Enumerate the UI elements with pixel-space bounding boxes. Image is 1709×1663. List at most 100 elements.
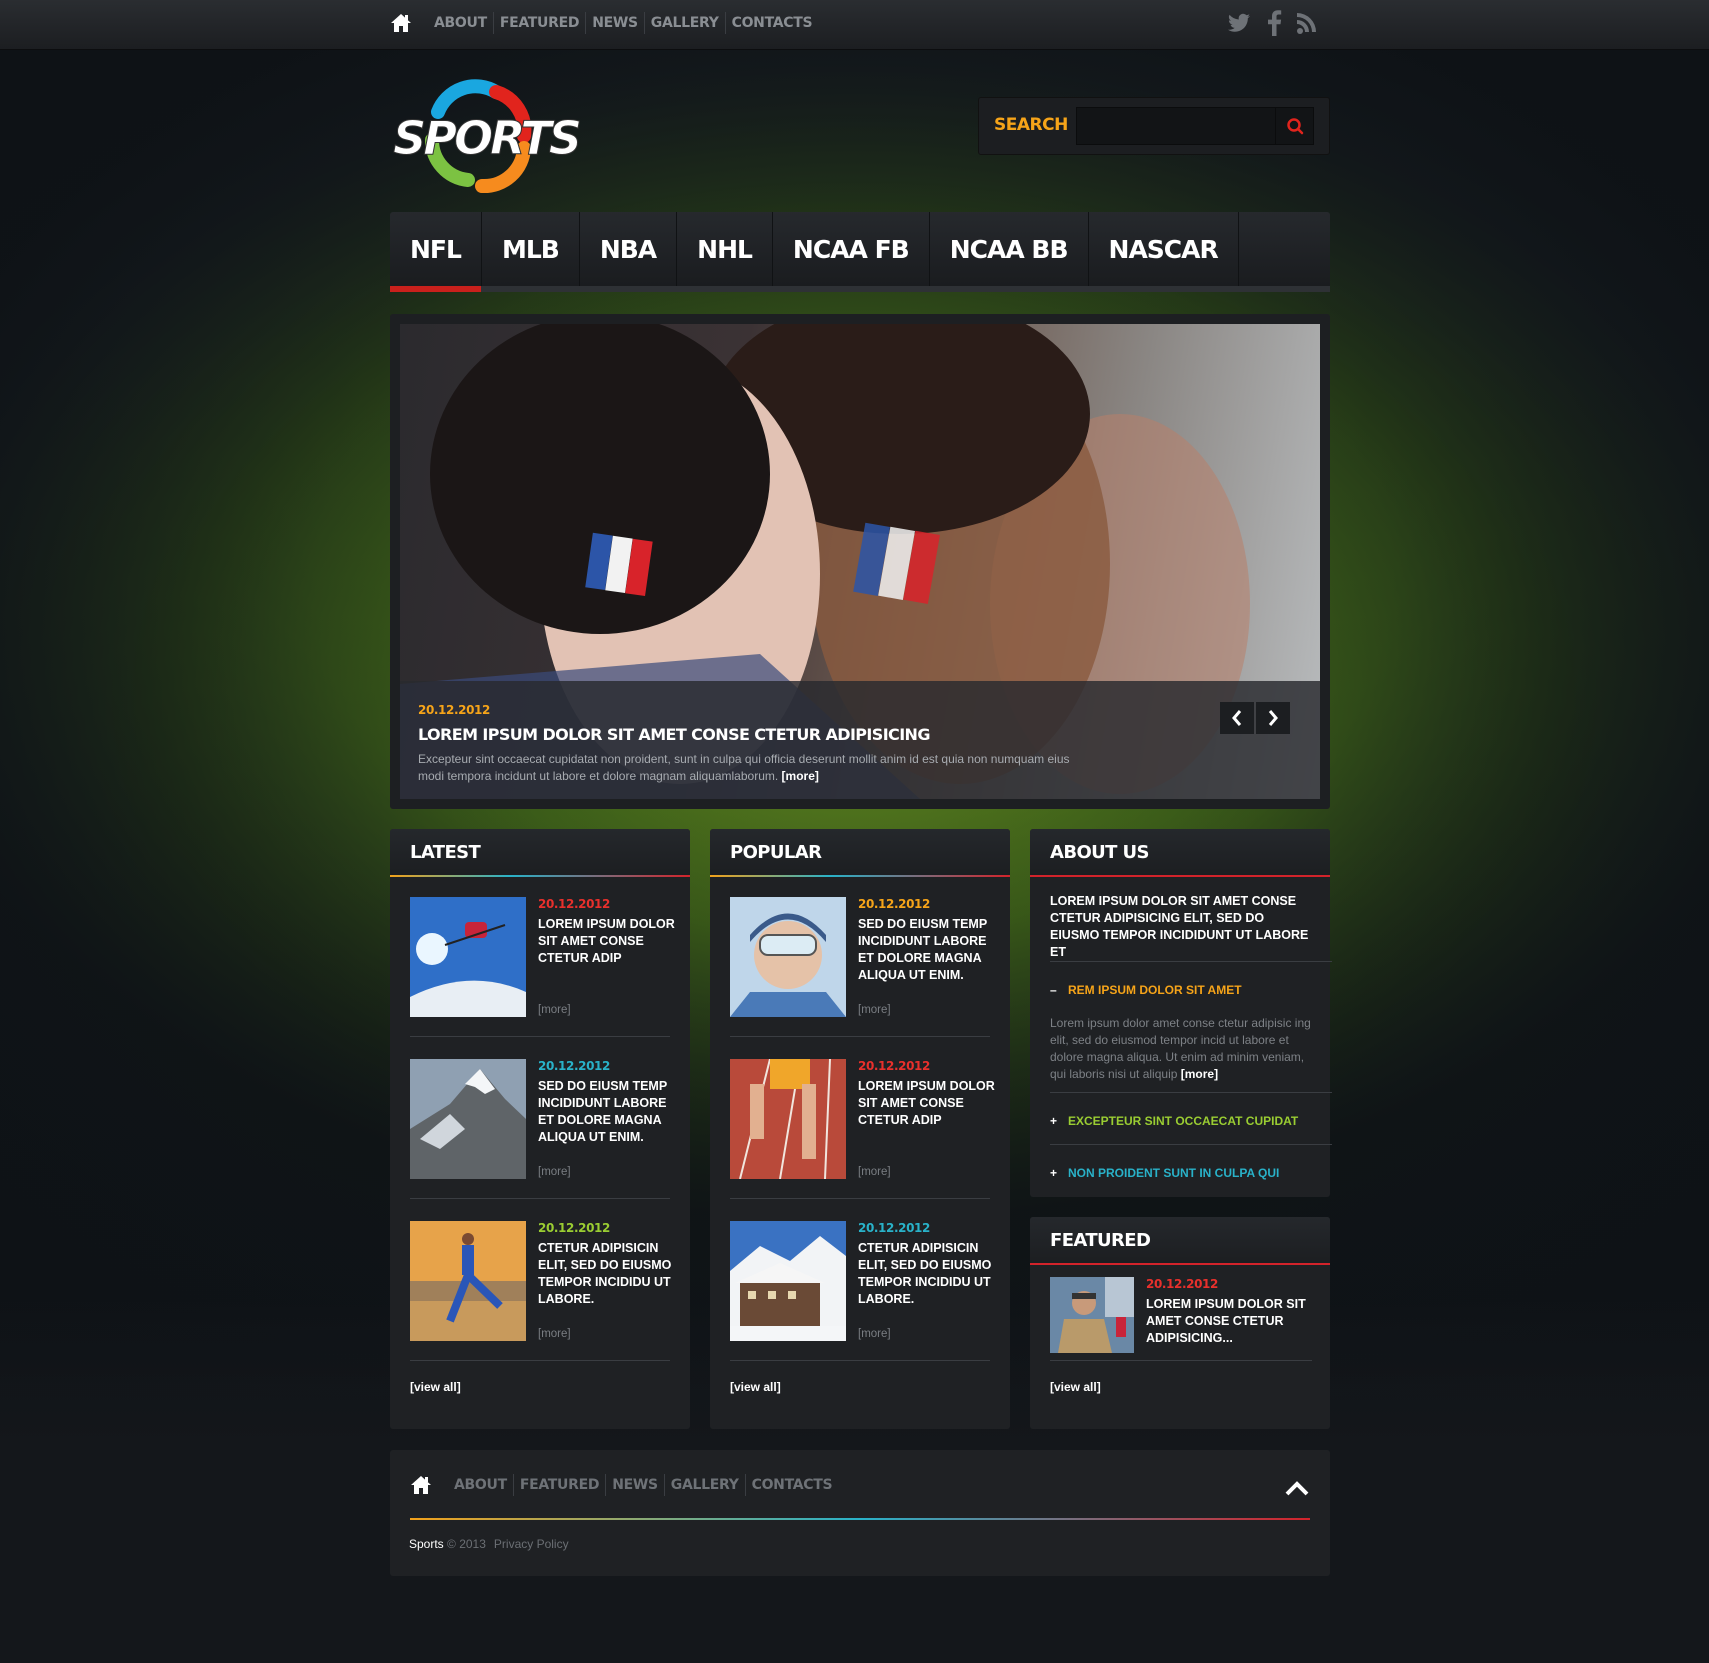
latest-view-all[interactable]: [view all] bbox=[410, 1380, 461, 1394]
featured-heading: FEATURED bbox=[1030, 1217, 1330, 1265]
footer: ABOUT FEATURED NEWS GALLERY CONTACTS Spo… bbox=[390, 1450, 1330, 1576]
tab-ncaa-bb[interactable]: NCAA BB bbox=[930, 212, 1089, 286]
divider bbox=[730, 1198, 990, 1199]
post-date: 20.12.2012 bbox=[538, 1221, 610, 1235]
slider-prev-button[interactable] bbox=[1220, 702, 1254, 734]
rss-icon[interactable] bbox=[1296, 10, 1318, 36]
list-item[interactable]: 20.12.2012 CTETUR ADIPISICIN ELIT, SED D… bbox=[410, 1221, 671, 1341]
slider-next-button[interactable] bbox=[1256, 702, 1290, 734]
twitter-icon[interactable] bbox=[1226, 10, 1252, 36]
featured-heading-text: FEATURED bbox=[1050, 1230, 1151, 1251]
post-more-link[interactable]: [more] bbox=[858, 1166, 891, 1178]
post-date: 20.12.2012 bbox=[858, 1059, 930, 1073]
logo-text: SPORTS bbox=[393, 111, 580, 165]
slide-title[interactable]: LOREM IPSUM DOLOR SIT AMET CONSE CTETUR … bbox=[418, 725, 930, 744]
about-more-link[interactable]: [more] bbox=[1181, 1067, 1218, 1081]
accordion-label: EXCEPTEUR SINT OCCAECAT CUPIDAT bbox=[1068, 1114, 1299, 1128]
post-title[interactable]: LOREM IPSUM DOLOR SIT AMET CONSE CTETUR … bbox=[1146, 1296, 1316, 1347]
accordion-item-1[interactable]: – REM IPSUM DOLOR SIT AMET bbox=[1050, 983, 1242, 997]
list-item[interactable]: 20.12.2012 SED DO EIUSM TEMP INCIDIDUNT … bbox=[410, 1059, 670, 1179]
search-box: SEARCH bbox=[978, 97, 1330, 155]
accordion-body: Lorem ipsum dolor amet conse ctetur adip… bbox=[1050, 1015, 1312, 1083]
home-icon[interactable] bbox=[410, 1474, 432, 1496]
top-nav-featured[interactable]: FEATURED bbox=[492, 12, 585, 34]
top-nav-about[interactable]: ABOUT bbox=[428, 12, 493, 34]
collapse-icon: – bbox=[1050, 983, 1057, 997]
post-title[interactable]: SED DO EIUSM TEMP INCIDIDUNT LABORE ET D… bbox=[538, 1078, 678, 1146]
search-input[interactable] bbox=[1076, 107, 1276, 145]
post-title[interactable]: CTETUR ADIPISICIN ELIT, SED DO EIUSMO TE… bbox=[858, 1240, 998, 1308]
post-date: 20.12.2012 bbox=[538, 1059, 610, 1073]
top-nav-contacts[interactable]: CONTACTS bbox=[724, 12, 819, 34]
divider bbox=[410, 1360, 670, 1361]
post-thumbnail[interactable] bbox=[730, 1059, 846, 1179]
divider bbox=[1050, 1144, 1332, 1145]
facebook-icon[interactable] bbox=[1266, 10, 1282, 36]
featured-view-all[interactable]: [view all] bbox=[1050, 1380, 1101, 1394]
slide-date: 20.12.2012 bbox=[418, 703, 490, 717]
tab-nba[interactable]: NBA bbox=[580, 212, 678, 286]
popular-view-all[interactable]: [view all] bbox=[730, 1380, 781, 1394]
list-item[interactable]: 20.12.2012 CTETUR ADIPISICIN ELIT, SED D… bbox=[730, 1221, 991, 1341]
slide-more-link[interactable]: [more] bbox=[782, 769, 819, 783]
chevron-right-icon bbox=[1268, 710, 1278, 726]
post-title[interactable]: CTETUR ADIPISICIN ELIT, SED DO EIUSMO TE… bbox=[538, 1240, 678, 1308]
list-item[interactable]: 20.12.2012 LOREM IPSUM DOLOR SIT AMET CO… bbox=[410, 897, 675, 1017]
post-thumbnail[interactable] bbox=[410, 1059, 526, 1179]
tab-nascar[interactable]: NASCAR bbox=[1089, 212, 1239, 286]
post-title[interactable]: SED DO EIUSM TEMP INCIDIDUNT LABORE ET D… bbox=[858, 916, 998, 984]
tab-ncaa-fb[interactable]: NCAA FB bbox=[773, 212, 930, 286]
post-title[interactable]: LOREM IPSUM DOLOR SIT AMET CONSE CTETUR … bbox=[858, 1078, 998, 1129]
top-nav-gallery[interactable]: GALLERY bbox=[643, 12, 725, 34]
about-heading-text: ABOUT US bbox=[1050, 842, 1150, 863]
post-thumbnail[interactable] bbox=[410, 897, 526, 1017]
about-panel: ABOUT US LOREM IPSUM DOLOR SIT AMET CONS… bbox=[1030, 829, 1332, 1197]
post-title[interactable]: LOREM IPSUM DOLOR SIT AMET CONSE CTETUR … bbox=[538, 916, 678, 967]
footer-nav-gallery[interactable]: GALLERY bbox=[663, 1474, 745, 1496]
slider-controls bbox=[1220, 702, 1290, 734]
expand-icon: + bbox=[1050, 1166, 1058, 1180]
list-item[interactable]: 20.12.2012 SED DO EIUSM TEMP INCIDIDUNT … bbox=[730, 897, 990, 1017]
social-links bbox=[1226, 10, 1318, 36]
home-icon[interactable] bbox=[390, 12, 412, 34]
footer-nav-contacts[interactable]: CONTACTS bbox=[744, 1474, 839, 1496]
heading-rule bbox=[1030, 1263, 1330, 1265]
featured-panel: FEATURED 20.12.2012 LOREM IPSUM DOLOR SI… bbox=[1030, 1217, 1330, 1429]
post-more-link[interactable]: [more] bbox=[538, 1166, 571, 1178]
heading-rule bbox=[390, 875, 690, 877]
footer-rule bbox=[410, 1518, 1310, 1520]
post-thumbnail[interactable] bbox=[730, 897, 846, 1017]
accordion-item-2[interactable]: + EXCEPTEUR SINT OCCAECAT CUPIDAT bbox=[1050, 1114, 1298, 1128]
post-more-link[interactable]: [more] bbox=[858, 1328, 891, 1340]
footer-nav-about[interactable]: ABOUT bbox=[448, 1474, 513, 1496]
tab-nhl[interactable]: NHL bbox=[677, 212, 773, 286]
post-more-link[interactable]: [more] bbox=[538, 1328, 571, 1340]
top-nav-news[interactable]: NEWS bbox=[585, 12, 644, 34]
slide-text: Excepteur sint occaecat cupidatat non pr… bbox=[418, 751, 1078, 785]
sports-logo[interactable]: SPORTS bbox=[386, 78, 586, 196]
post-thumbnail[interactable] bbox=[730, 1221, 846, 1341]
footer-nav-featured[interactable]: FEATURED bbox=[512, 1474, 605, 1496]
post-more-link[interactable]: [more] bbox=[538, 1004, 571, 1016]
tab-nfl[interactable]: NFL bbox=[390, 212, 482, 292]
search-button[interactable] bbox=[1276, 107, 1314, 145]
footer-nav-news[interactable]: NEWS bbox=[605, 1474, 664, 1496]
privacy-policy-link[interactable]: Privacy Policy bbox=[494, 1537, 569, 1551]
heading-rule bbox=[710, 875, 1010, 877]
accordion-label: NON PROIDENT SUNT IN CULPA QUI bbox=[1068, 1166, 1280, 1180]
accordion-item-3[interactable]: + NON PROIDENT SUNT IN CULPA QUI bbox=[1050, 1166, 1279, 1180]
divider bbox=[1050, 961, 1332, 962]
footer-brand: Sports bbox=[409, 1537, 444, 1551]
post-more-link[interactable]: [more] bbox=[858, 1004, 891, 1016]
tab-mlb[interactable]: MLB bbox=[482, 212, 580, 286]
chevron-left-icon bbox=[1232, 710, 1242, 726]
list-item[interactable]: 20.12.2012 LOREM IPSUM DOLOR SIT AMET CO… bbox=[1050, 1277, 1312, 1353]
footer-nav: ABOUT FEATURED NEWS GALLERY CONTACTS bbox=[410, 1474, 838, 1496]
list-item[interactable]: 20.12.2012 LOREM IPSUM DOLOR SIT AMET CO… bbox=[730, 1059, 995, 1179]
latest-heading-text: LATEST bbox=[410, 842, 481, 863]
chevron-up-icon[interactable] bbox=[1284, 1478, 1310, 1498]
post-thumbnail[interactable] bbox=[410, 1221, 526, 1341]
post-thumbnail[interactable] bbox=[1050, 1277, 1134, 1353]
divider bbox=[1050, 1092, 1332, 1093]
top-nav: ABOUT FEATURED NEWS GALLERY CONTACTS bbox=[390, 12, 818, 34]
